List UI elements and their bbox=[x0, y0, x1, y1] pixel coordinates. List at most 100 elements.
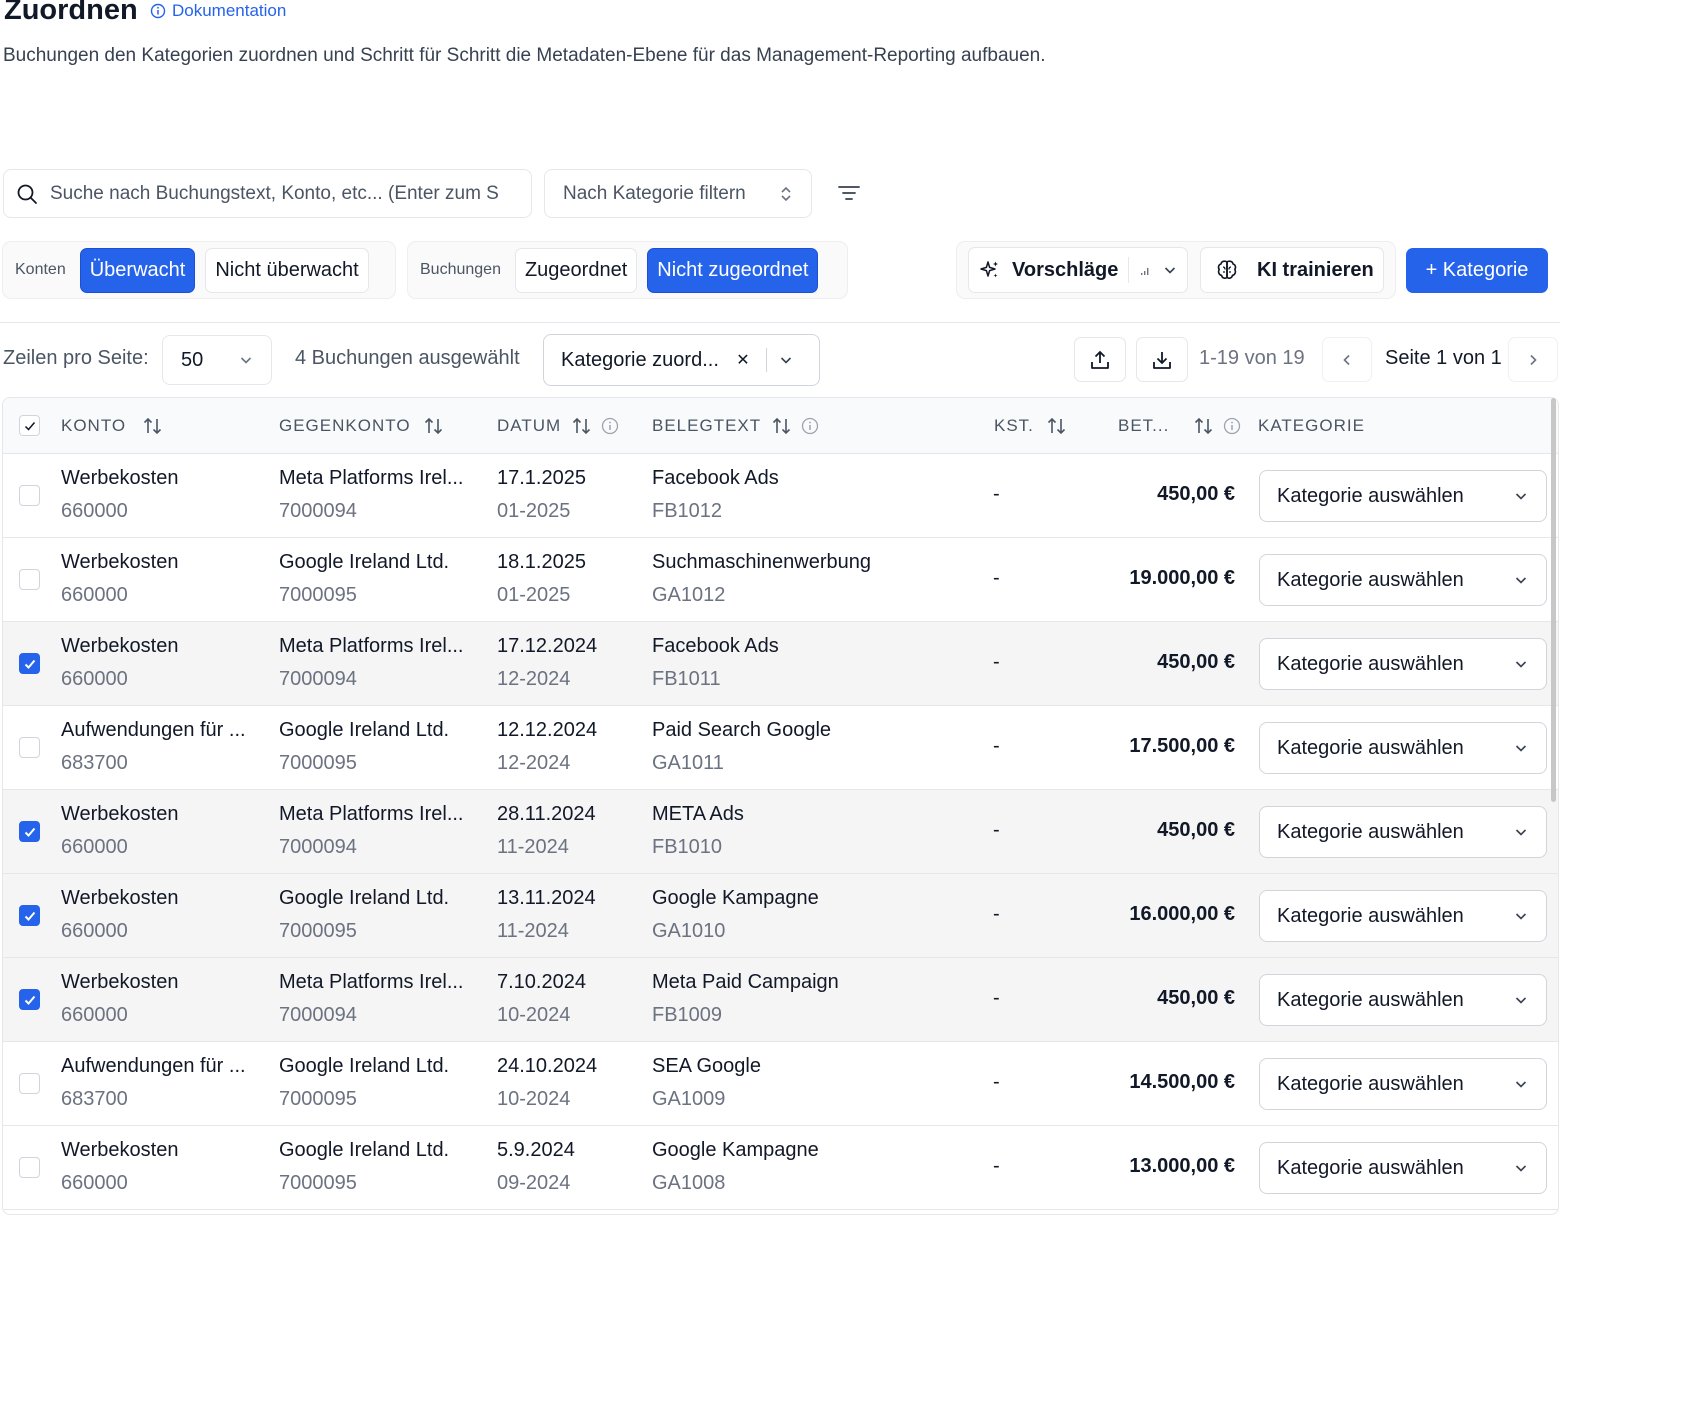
category-select[interactable]: Kategorie auswählen bbox=[1259, 554, 1547, 606]
upload-icon bbox=[1091, 350, 1109, 369]
previous-page-button[interactable] bbox=[1322, 337, 1372, 382]
filter-lines-icon bbox=[838, 186, 860, 200]
column-header-betrag[interactable]: BET... bbox=[1118, 416, 1241, 436]
category-select-value: Kategorie auswählen bbox=[1277, 652, 1464, 675]
row-checkbox[interactable] bbox=[19, 485, 40, 506]
vorschlaege-divider bbox=[1128, 257, 1130, 283]
column-header-gegenkonto[interactable]: GEGENKONTO bbox=[279, 416, 445, 436]
rows-per-page-value: 50 bbox=[181, 348, 204, 371]
belegtext-value: Google Kampagne bbox=[652, 1139, 819, 1161]
buchungen-zugeordnet-button[interactable]: Zugeordnet bbox=[514, 247, 638, 293]
search-box[interactable] bbox=[3, 169, 532, 218]
row-checkbox[interactable] bbox=[19, 737, 40, 758]
sort-icon bbox=[144, 417, 162, 435]
category-select-value: Kategorie auswählen bbox=[1277, 988, 1464, 1011]
upload-button[interactable] bbox=[1074, 337, 1126, 382]
documentation-link[interactable]: Dokumentation bbox=[150, 1, 286, 21]
vorschlaege-label: Vorschläge bbox=[1012, 258, 1119, 281]
category-select[interactable]: Kategorie auswählen bbox=[1259, 722, 1547, 774]
chevron-left-icon bbox=[1343, 354, 1350, 365]
kst-value: - bbox=[993, 1071, 1000, 1093]
table-row[interactable]: Werbekosten 660000 Google Ireland Ltd. 7… bbox=[3, 874, 1558, 958]
row-checkbox[interactable] bbox=[19, 1157, 40, 1178]
clear-icon[interactable]: ✕ bbox=[733, 350, 753, 370]
search-input[interactable] bbox=[50, 182, 500, 205]
table-row[interactable]: Werbekosten 660000 Meta Platforms Irel..… bbox=[3, 790, 1558, 874]
betrag-value: 16.000,00 € bbox=[1129, 903, 1235, 925]
category-select[interactable]: Kategorie auswählen bbox=[1259, 890, 1547, 942]
info-icon bbox=[801, 417, 819, 435]
ki-trainieren-button[interactable]: KI trainieren bbox=[1200, 247, 1384, 293]
column-header-label: KONTO bbox=[61, 416, 127, 435]
kst-value: - bbox=[993, 651, 1000, 673]
category-select[interactable]: Kategorie auswählen bbox=[1259, 1058, 1547, 1110]
column-header-label: GEGENKONTO bbox=[279, 416, 411, 435]
beleg-number: FB1009 bbox=[652, 1004, 723, 1026]
column-header-belegtext[interactable]: BELEGTEXT bbox=[652, 416, 819, 436]
chevron-right-icon bbox=[1530, 354, 1537, 365]
gegenkonto-number: 7000095 bbox=[279, 1172, 357, 1194]
category-select[interactable]: Kategorie auswählen bbox=[1259, 638, 1547, 690]
konto-number: 660000 bbox=[61, 668, 128, 690]
category-select-value: Kategorie auswählen bbox=[1277, 1156, 1464, 1179]
table-row[interactable]: Werbekosten 660000 Google Ireland Ltd. 7… bbox=[3, 538, 1558, 622]
table-row[interactable]: Werbekosten 660000 Meta Platforms Irel..… bbox=[3, 958, 1558, 1042]
add-category-button[interactable]: + Kategorie bbox=[1406, 248, 1548, 293]
row-checkbox[interactable] bbox=[19, 653, 40, 674]
table-scrollbar[interactable] bbox=[1551, 398, 1556, 802]
row-checkbox[interactable] bbox=[19, 905, 40, 926]
column-header-konto[interactable]: KONTO bbox=[61, 416, 164, 436]
datum-value: 28.11.2024 bbox=[497, 803, 596, 825]
check-icon bbox=[24, 421, 35, 431]
kst-value: - bbox=[993, 567, 1000, 589]
table-row[interactable]: Werbekosten 660000 Google Ireland Ltd. 7… bbox=[3, 1126, 1558, 1210]
belegtext-value: Meta Paid Campaign bbox=[652, 971, 839, 993]
chevron-down-icon[interactable] bbox=[1163, 263, 1177, 277]
rows-per-page-select[interactable]: 50 bbox=[162, 335, 272, 385]
download-button[interactable] bbox=[1136, 337, 1188, 382]
datum-value: 12.12.2024 bbox=[497, 719, 598, 741]
filter-lines-button[interactable] bbox=[836, 180, 862, 206]
category-select[interactable]: Kategorie auswählen bbox=[1259, 974, 1547, 1026]
table-row[interactable]: Werbekosten 660000 Meta Platforms Irel..… bbox=[3, 454, 1558, 538]
row-checkbox[interactable] bbox=[19, 821, 40, 842]
konten-nicht-ueberwacht-button[interactable]: Nicht überwacht bbox=[205, 247, 369, 293]
kst-value: - bbox=[993, 1155, 1000, 1177]
category-select[interactable]: Kategorie auswählen bbox=[1259, 806, 1547, 858]
column-header-kst[interactable]: KST. bbox=[994, 416, 1068, 436]
check-icon bbox=[24, 995, 35, 1005]
betrag-value: 450,00 € bbox=[1157, 651, 1235, 673]
chevron-down-icon bbox=[240, 357, 252, 364]
search-icon bbox=[17, 184, 37, 204]
vorschlaege-button[interactable]: Vorschläge bbox=[968, 247, 1188, 293]
category-select[interactable]: Kategorie auswählen bbox=[1259, 1142, 1547, 1194]
next-page-button[interactable] bbox=[1508, 337, 1558, 382]
chevron-down-icon[interactable] bbox=[779, 353, 793, 367]
category-filter-select[interactable]: Nach Kategorie filtern bbox=[544, 169, 812, 218]
ki-trainieren-label: KI trainieren bbox=[1257, 258, 1374, 281]
periode-value: 09-2024 bbox=[497, 1172, 571, 1194]
category-select[interactable]: Kategorie auswählen bbox=[1259, 470, 1547, 522]
assign-category-select[interactable]: Kategorie zuord... ✕ bbox=[543, 334, 820, 386]
sort-icon bbox=[424, 417, 442, 435]
row-checkbox[interactable] bbox=[19, 569, 40, 590]
column-header-datum[interactable]: DATUM bbox=[497, 416, 619, 436]
select-all-checkbox[interactable] bbox=[19, 415, 40, 436]
table-row[interactable]: Aufwendungen für ... 683700 Google Irela… bbox=[3, 1042, 1558, 1126]
gegenkonto-name: Google Ireland Ltd. bbox=[279, 887, 450, 909]
category-filter-label: Nach Kategorie filtern bbox=[563, 182, 746, 204]
gegenkonto-number: 7000095 bbox=[279, 920, 357, 942]
gegenkonto-name: Google Ireland Ltd. bbox=[279, 1055, 450, 1077]
table-row[interactable]: Werbekosten 660000 Meta Platforms Irel..… bbox=[3, 622, 1558, 706]
konten-ueberwacht-button[interactable]: Überwacht bbox=[79, 247, 196, 293]
table-row[interactable]: Aufwendungen für ... 683700 Google Irela… bbox=[3, 706, 1558, 790]
betrag-value: 450,00 € bbox=[1157, 483, 1235, 505]
table-header: KONTO GEGENKONTO DATUM BELEGTEXT KST. BE… bbox=[3, 398, 1558, 454]
row-checkbox[interactable] bbox=[19, 989, 40, 1010]
row-checkbox[interactable] bbox=[19, 1073, 40, 1094]
konto-name: Werbekosten bbox=[61, 551, 179, 573]
konto-name: Aufwendungen für ... bbox=[61, 1055, 246, 1077]
belegtext-value: Paid Search Google bbox=[652, 719, 832, 741]
gegenkonto-number: 7000095 bbox=[279, 584, 357, 606]
buchungen-nicht-zugeordnet-button[interactable]: Nicht zugeordnet bbox=[647, 247, 819, 293]
